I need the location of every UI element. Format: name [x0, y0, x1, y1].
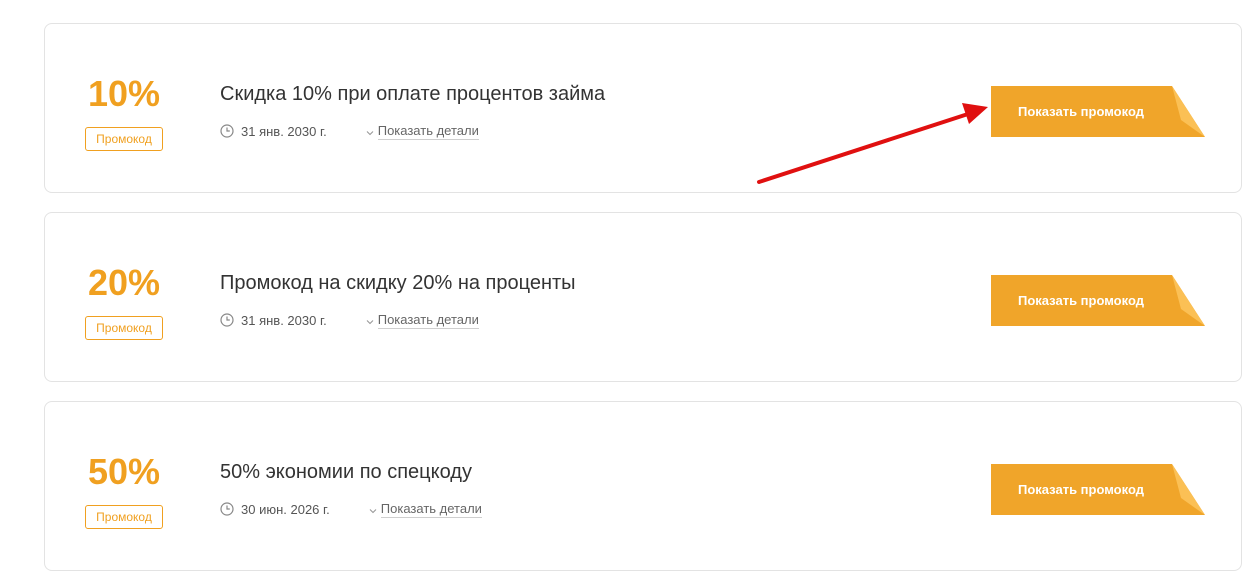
show-details-link[interactable]: Показать детали	[377, 123, 479, 140]
promo-tag: Промокод	[85, 505, 163, 529]
show-promo-button-label: Показать промокод	[1018, 104, 1144, 119]
expiry-date: 30 июн. 2026 г.	[241, 501, 330, 517]
promo-tag: Промокод	[85, 127, 163, 151]
clock-icon	[220, 124, 234, 138]
expiry-date: 31 янв. 2030 г.	[241, 312, 327, 328]
show-promo-button[interactable]: Показать промокод	[991, 464, 1205, 515]
chevron-down-icon[interactable]	[368, 504, 378, 514]
discount-percent: 20%	[87, 262, 161, 303]
offer-title: 50% экономии по спецкоду	[220, 461, 472, 483]
show-promo-button-label: Показать промокод	[1018, 482, 1144, 497]
offer-meta: 31 янв. 2030 г. Показать детали	[220, 311, 479, 329]
show-promo-button[interactable]: Показать промокод	[991, 86, 1205, 137]
chevron-down-icon[interactable]	[365, 315, 375, 325]
show-details-link[interactable]: Показать детали	[380, 501, 482, 518]
show-promo-button[interactable]: Показать промокод	[991, 275, 1205, 326]
expiry-date: 31 янв. 2030 г.	[241, 123, 327, 139]
offer-meta: 31 янв. 2030 г. Показать детали	[220, 122, 479, 140]
offer-title: Скидка 10% при оплате процентов займа	[220, 83, 606, 105]
offer-card: 10% Промокод Скидка 10% при оплате проце…	[44, 23, 1242, 193]
discount-percent: 50%	[87, 451, 161, 492]
offer-title: Промокод на скидку 20% на проценты	[220, 272, 576, 294]
clock-icon	[220, 313, 234, 327]
show-details-link[interactable]: Показать детали	[377, 312, 479, 329]
offer-card: 20% Промокод Промокод на скидку 20% на п…	[44, 212, 1242, 382]
discount-percent: 10%	[87, 73, 161, 114]
offer-meta: 30 июн. 2026 г. Показать детали	[220, 500, 482, 518]
clock-icon	[220, 502, 234, 516]
offer-card: 50% Промокод 50% экономии по спецкоду 30…	[44, 401, 1242, 571]
promo-tag: Промокод	[85, 316, 163, 340]
chevron-down-icon[interactable]	[365, 126, 375, 136]
show-promo-button-label: Показать промокод	[1018, 293, 1144, 308]
